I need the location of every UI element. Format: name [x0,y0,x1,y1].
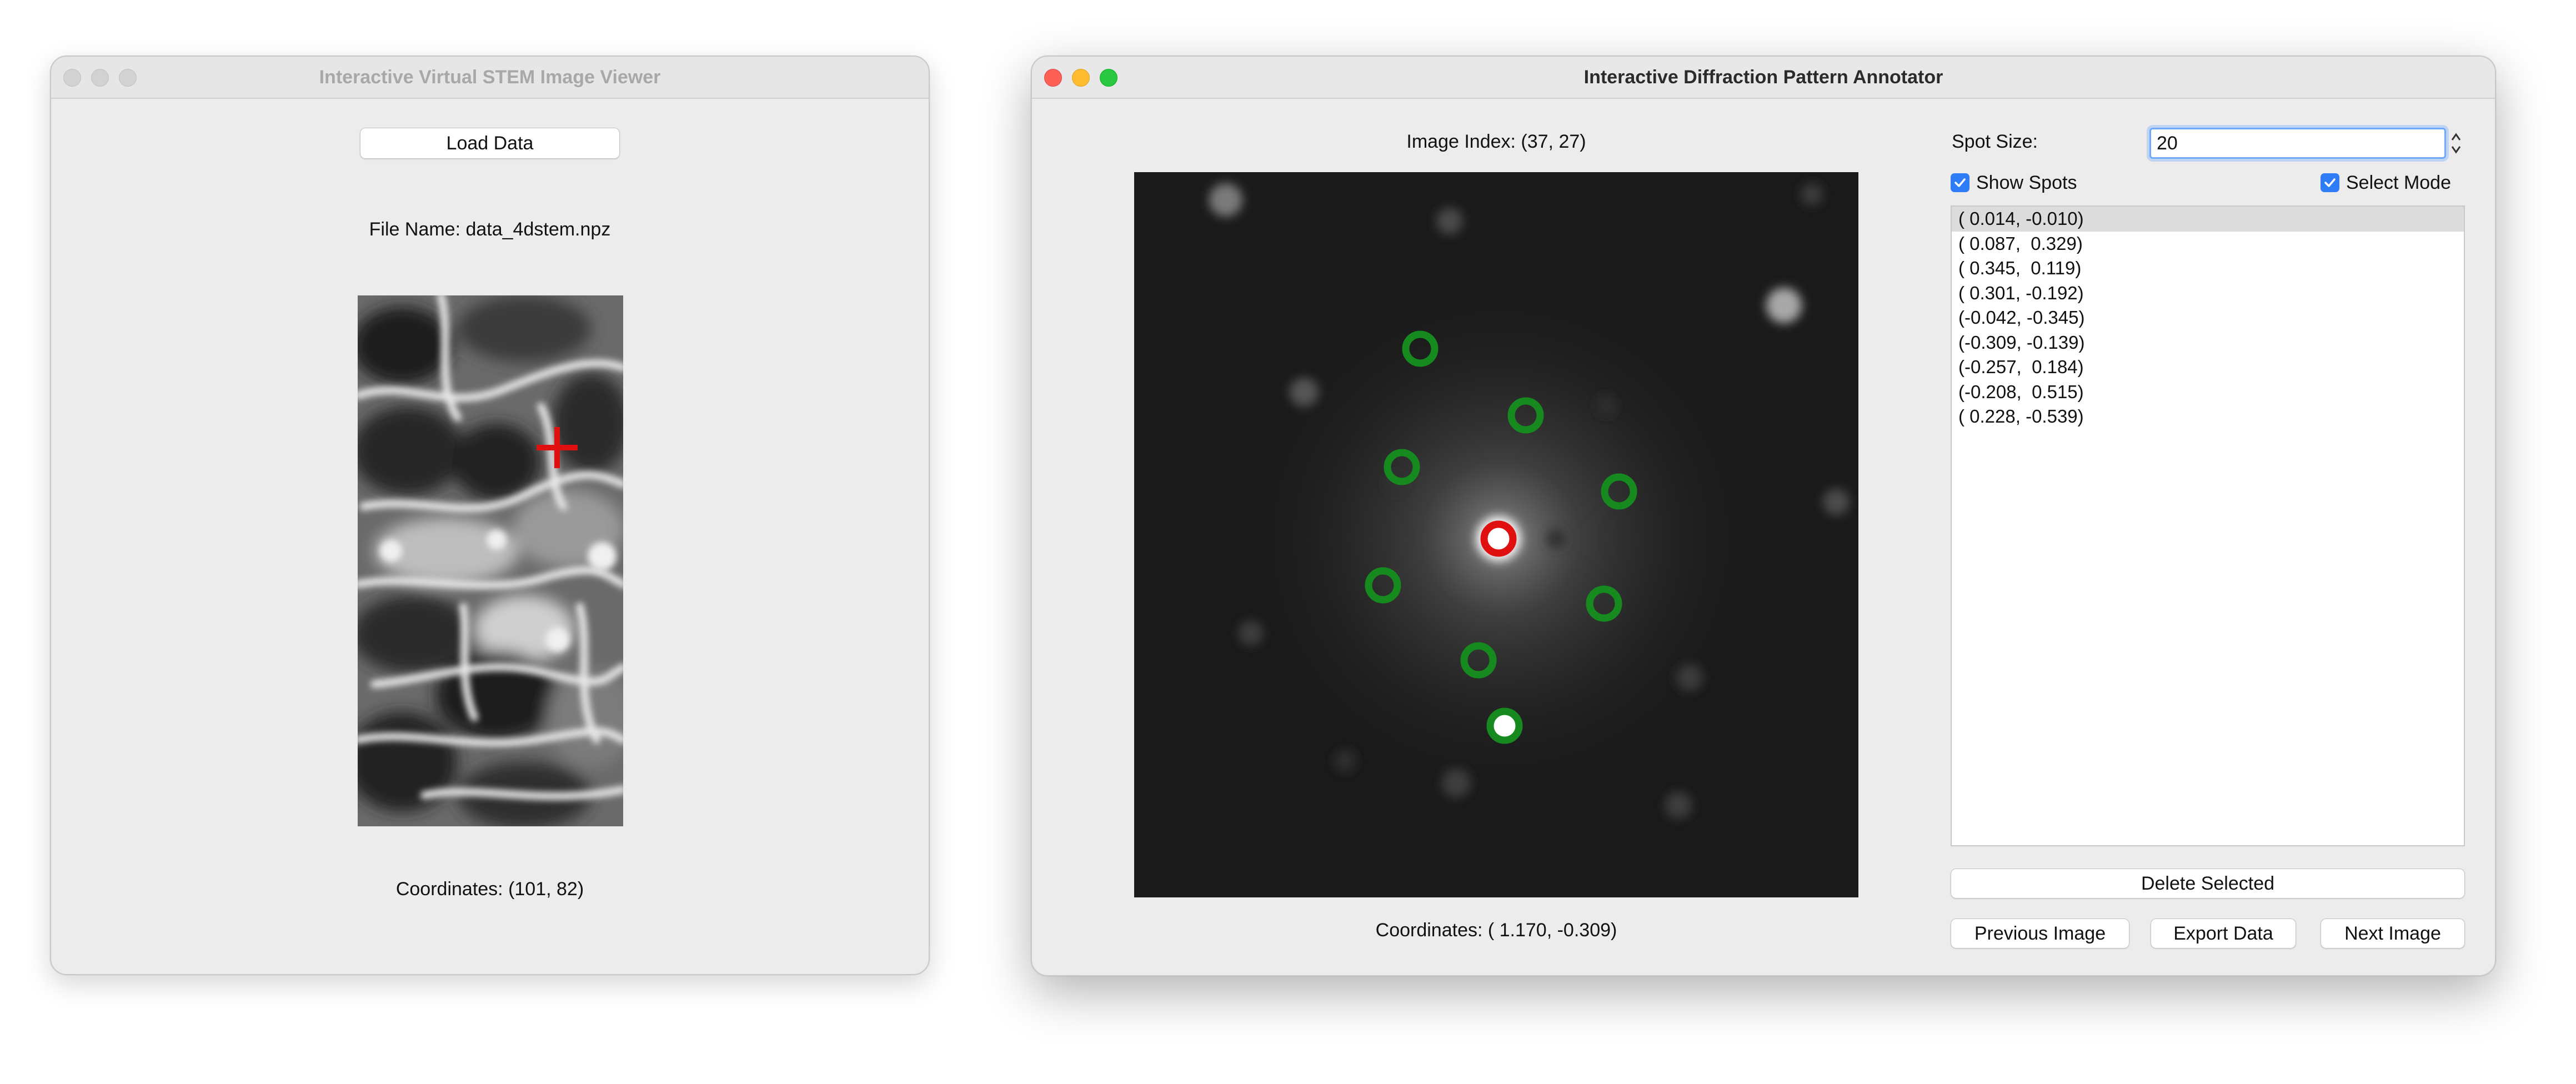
virtual-stem-image[interactable] [358,295,623,826]
select-mode-label[interactable]: Select Mode [2346,172,2451,194]
minimize-button[interactable] [91,69,109,87]
list-item[interactable]: (-0.208, 0.515) [1952,380,2464,405]
spot-coordinates-list[interactable]: ( 0.014, -0.010) ( 0.087, 0.329) ( 0.345… [1951,205,2465,846]
crosshair-marker [537,427,578,468]
export-data-button[interactable]: Export Data [2151,919,2296,948]
spot-size-label: Spot Size: [1952,131,2038,152]
annotator-titlebar: Interactive Diffraction Pattern Annotato… [1032,57,2495,99]
diffraction-canvas [1134,172,1858,897]
show-spots-checkbox[interactable] [1951,173,1969,192]
stem-viewer-window: Interactive Virtual STEM Image Viewer Lo… [50,56,930,975]
close-button[interactable] [63,69,81,87]
image-index-label: Image Index: (37, 27) [1406,131,1586,152]
minimize-button[interactable] [1072,69,1090,87]
window-controls [1044,69,1117,87]
diffraction-coordinates-label: Coordinates: ( 1.170, -0.309) [1375,920,1617,941]
stepper-arrows-icon [2451,133,2461,154]
highlighted-spot-marker [1486,707,1523,744]
spot-size-input[interactable] [2149,128,2446,159]
checkmark-icon [1954,178,1966,187]
previous-image-button[interactable]: Previous Image [1951,919,2129,948]
load-data-button[interactable]: Load Data [360,128,620,159]
list-item[interactable]: (-0.257, 0.184) [1952,355,2464,380]
show-spots-label[interactable]: Show Spots [1976,172,2077,194]
zoom-button[interactable] [1100,69,1117,87]
list-item[interactable]: (-0.309, -0.139) [1952,330,2464,355]
select-mode-checkbox[interactable] [2321,173,2339,192]
list-item[interactable]: ( 0.301, -0.192) [1952,281,2464,306]
checkmark-icon [2324,178,2336,187]
list-item[interactable]: (-0.042, -0.345) [1952,305,2464,330]
selected-spot-marker [1480,520,1517,557]
stem-viewer-titlebar: Interactive Virtual STEM Image Viewer [51,57,929,99]
window-title: Interactive Diffraction Pattern Annotato… [1583,66,1943,88]
delete-selected-button[interactable]: Delete Selected [1951,869,2465,899]
zoom-button[interactable] [119,69,137,87]
list-item[interactable]: ( 0.087, 0.329) [1952,232,2464,257]
stem-coordinates-label: Coordinates: (101, 82) [395,879,584,900]
diffraction-pattern-image[interactable] [1134,172,1858,897]
diffraction-annotator-window: Interactive Diffraction Pattern Annotato… [1031,56,2496,976]
stem-image-canvas [358,295,623,826]
file-name-label: File Name: data_4dstem.npz [369,219,611,240]
close-button[interactable] [1044,69,1062,87]
list-item[interactable]: ( 0.014, -0.010) [1952,207,2464,232]
next-image-button[interactable]: Next Image [2321,919,2465,948]
list-item[interactable]: ( 0.345, 0.119) [1952,256,2464,281]
spot-size-stepper[interactable] [2449,128,2463,159]
list-item[interactable]: ( 0.228, -0.539) [1952,404,2464,429]
window-controls [63,69,137,87]
window-title: Interactive Virtual STEM Image Viewer [319,66,661,88]
